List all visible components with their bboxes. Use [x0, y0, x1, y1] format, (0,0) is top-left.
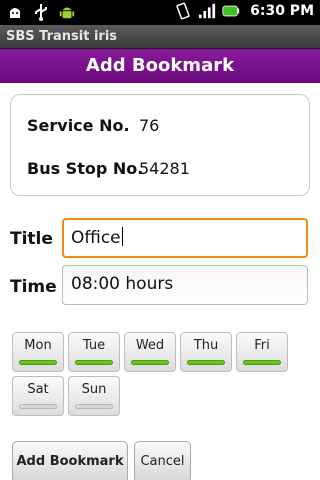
vibrate-icon — [174, 2, 192, 20]
title-input-value: Office — [71, 228, 121, 248]
android-robot-icon — [58, 3, 76, 21]
day-toggle-tue[interactable]: Tue — [68, 332, 120, 372]
day-label: Sun — [81, 382, 107, 397]
page-header: Add Bookmark — [0, 49, 320, 83]
time-label: Time — [10, 277, 57, 297]
battery-icon — [222, 2, 240, 20]
bus-stop-number-value: 54281 — [139, 159, 190, 178]
day-toggle-mon[interactable]: Mon — [12, 332, 64, 372]
cancel-button[interactable]: Cancel — [134, 441, 191, 480]
bus-stop-number-label: Bus Stop No. — [27, 159, 144, 178]
day-label: Tue — [82, 338, 106, 353]
android-debug-icon — [6, 3, 24, 21]
signal-icon — [198, 2, 216, 20]
day-label: Sat — [27, 382, 49, 397]
service-number-label: Service No. — [27, 116, 130, 135]
day-label: Thu — [193, 338, 219, 353]
page-title: Add Bookmark — [85, 55, 235, 76]
usb-icon — [32, 3, 50, 21]
app-title-bar: SBS Transit iris — [0, 25, 320, 49]
day-toggle-fri[interactable]: Fri — [236, 332, 288, 372]
service-number-value: 76 — [139, 116, 160, 135]
time-input-value: 08:00 hours — [71, 274, 174, 294]
clock: 6:30 PM — [250, 3, 314, 19]
text-caret — [121, 227, 123, 246]
toggle-indicator — [19, 404, 57, 409]
toggle-indicator — [19, 360, 57, 365]
service-info-card: Service No. 76 Bus Stop No. 54281 — [10, 94, 310, 196]
add-bookmark-button[interactable]: Add Bookmark — [12, 441, 128, 480]
title-label: Title — [10, 229, 53, 249]
day-label: Mon — [24, 338, 52, 353]
day-toggle-sat[interactable]: Sat — [12, 376, 64, 416]
app-title: SBS Transit iris — [6, 29, 118, 44]
day-label: Wed — [135, 338, 165, 353]
toggle-indicator — [75, 404, 113, 409]
day-toggle-thu[interactable]: Thu — [180, 332, 232, 372]
title-input[interactable]: Office — [62, 218, 308, 258]
toggle-indicator — [243, 360, 281, 365]
toggle-indicator — [131, 360, 169, 365]
day-label: Fri — [254, 338, 270, 353]
toggle-indicator — [187, 360, 225, 365]
status-bar: 6:30 PM — [0, 0, 320, 25]
day-toggle-wed[interactable]: Wed — [124, 332, 176, 372]
day-toggle-sun[interactable]: Sun — [68, 376, 120, 416]
toggle-indicator — [75, 360, 113, 365]
time-input[interactable]: 08:00 hours — [62, 265, 308, 305]
